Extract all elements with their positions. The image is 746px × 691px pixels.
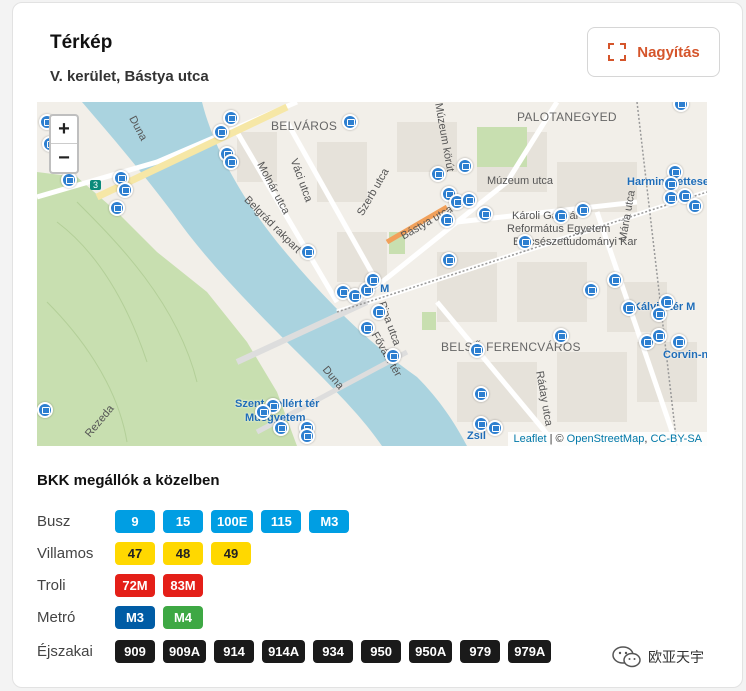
line-badge[interactable]: 934	[313, 640, 354, 663]
line-badge[interactable]: 48	[163, 542, 203, 565]
line-badge[interactable]: 72M	[115, 574, 155, 597]
stop-pin[interactable]	[553, 208, 569, 224]
line-badge[interactable]: M3	[309, 510, 350, 533]
stops-row-metro: Metró M3 M4	[37, 606, 203, 629]
watermark-text: 欧亚天宇	[648, 649, 704, 665]
stop-pin[interactable]	[477, 206, 493, 222]
stop-pin[interactable]	[553, 328, 569, 344]
wechat-icon	[612, 646, 641, 668]
nearby-stops-title: BKK megállók a közelben	[37, 472, 220, 489]
line-badge[interactable]: 115	[261, 510, 302, 533]
stop-pin[interactable]	[439, 212, 455, 228]
stop-pin[interactable]	[621, 300, 637, 316]
line-badge[interactable]: 47	[115, 542, 155, 565]
stop-pin[interactable]	[517, 234, 533, 250]
attribution-comma: ,	[644, 433, 648, 445]
line-badge[interactable]: 914A	[262, 640, 306, 663]
card-title: Térkép	[50, 32, 113, 53]
map-label-zsil: Zsil	[467, 430, 486, 442]
line-badge[interactable]: 49	[211, 542, 251, 565]
stop-pin[interactable]	[441, 252, 457, 268]
map-label-corvin: Corvin-negyed M	[663, 349, 707, 361]
stop-pin[interactable]	[213, 124, 229, 140]
stop-pin[interactable]	[223, 154, 239, 170]
stop-pin[interactable]	[109, 200, 125, 216]
stop-pin[interactable]	[575, 202, 591, 218]
line-badge[interactable]: 83M	[163, 574, 203, 597]
map-zoom-control: + −	[49, 114, 79, 174]
line-badge[interactable]: 15	[163, 510, 203, 533]
stop-pin[interactable]	[273, 420, 289, 436]
stop-pin[interactable]	[117, 182, 133, 198]
line-badge[interactable]: 950A	[409, 640, 453, 663]
stops-row-label: Busz	[37, 513, 71, 530]
map-attribution: Leaflet | © OpenStreetMap, CC-BY-SA	[508, 432, 707, 446]
stop-pin[interactable]	[607, 272, 623, 288]
stop-pin[interactable]	[457, 158, 473, 174]
stop-pin[interactable]	[385, 348, 401, 364]
map-label-belvaros: BELVÁROS	[271, 119, 338, 133]
stop-pin[interactable]	[487, 420, 503, 436]
stops-row-label: Éjszakai	[37, 643, 93, 660]
address-subtitle: V. kerület, Bástya utca	[50, 68, 209, 85]
osm-link[interactable]: OpenStreetMap	[567, 433, 645, 445]
line-badge[interactable]: 950	[361, 640, 402, 663]
line-badge[interactable]: 9	[115, 510, 155, 533]
line-badge[interactable]: 909	[115, 640, 155, 663]
stop-pin[interactable]	[37, 402, 53, 418]
watermark: 欧亚天宇	[612, 645, 704, 669]
stop-pin[interactable]	[255, 404, 271, 420]
stops-row-label: Metró	[37, 609, 76, 626]
stop-pin[interactable]	[365, 272, 381, 288]
stop-pin[interactable]	[342, 114, 358, 130]
stops-row-trolley: Troli 72M 83M	[37, 574, 203, 597]
stops-row-label: Troli	[37, 577, 66, 594]
stops-row-bus: Busz 9 15 100E 115 M3	[37, 510, 350, 533]
stop-pin[interactable]	[671, 334, 687, 350]
line-badge[interactable]: M3	[115, 606, 155, 629]
line-badge[interactable]: 979	[460, 640, 501, 663]
stop-pin[interactable]	[473, 386, 489, 402]
zoom-in-button[interactable]: +	[51, 116, 77, 144]
stops-row-night: Éjszakai 909 909A 914 914A 934 950 950A …	[37, 640, 552, 663]
leaflet-link[interactable]: Leaflet	[513, 433, 546, 445]
expand-icon	[608, 43, 627, 61]
stop-pin[interactable]	[61, 172, 77, 188]
stop-pin[interactable]	[371, 304, 387, 320]
map-tram-route-badge: 3	[90, 180, 102, 190]
stop-pin[interactable]	[583, 282, 599, 298]
enlarge-map-label: Nagyítás	[637, 43, 700, 61]
map-label-karoli: Károli Gáspár	[512, 210, 580, 222]
license-link[interactable]: CC-BY-SA	[650, 433, 702, 445]
enlarge-map-button[interactable]: Nagyítás	[587, 27, 720, 77]
map-label-muzeum: Múzeum utca	[487, 175, 554, 187]
stop-pin[interactable]	[651, 328, 667, 344]
map-label-palotanegyed: PALOTANEGYED	[517, 110, 617, 124]
stop-pin[interactable]	[469, 342, 485, 358]
stop-pin[interactable]	[659, 294, 675, 310]
stops-row-label: Villamos	[37, 545, 94, 562]
stop-pin[interactable]	[687, 198, 703, 214]
attribution-separator: | ©	[549, 433, 564, 445]
line-badge[interactable]: 909A	[163, 640, 207, 663]
stop-pin[interactable]	[299, 428, 315, 444]
stop-pin[interactable]	[461, 192, 477, 208]
stop-pin[interactable]	[223, 110, 239, 126]
line-badge[interactable]: 979A	[508, 640, 552, 663]
map-view[interactable]: BELVÁROS PALOTANEGYED BELSŐ FERENCVÁROS …	[37, 102, 707, 446]
stop-pin[interactable]	[300, 244, 316, 260]
line-badge[interactable]: 914	[214, 640, 255, 663]
line-badge[interactable]: M4	[163, 606, 203, 629]
zoom-out-button[interactable]: −	[51, 144, 77, 172]
stops-row-tram: Villamos 47 48 49	[37, 542, 251, 565]
stop-pin[interactable]	[430, 166, 446, 182]
line-badge[interactable]: 100E	[211, 510, 254, 533]
stop-pin[interactable]	[359, 320, 375, 336]
